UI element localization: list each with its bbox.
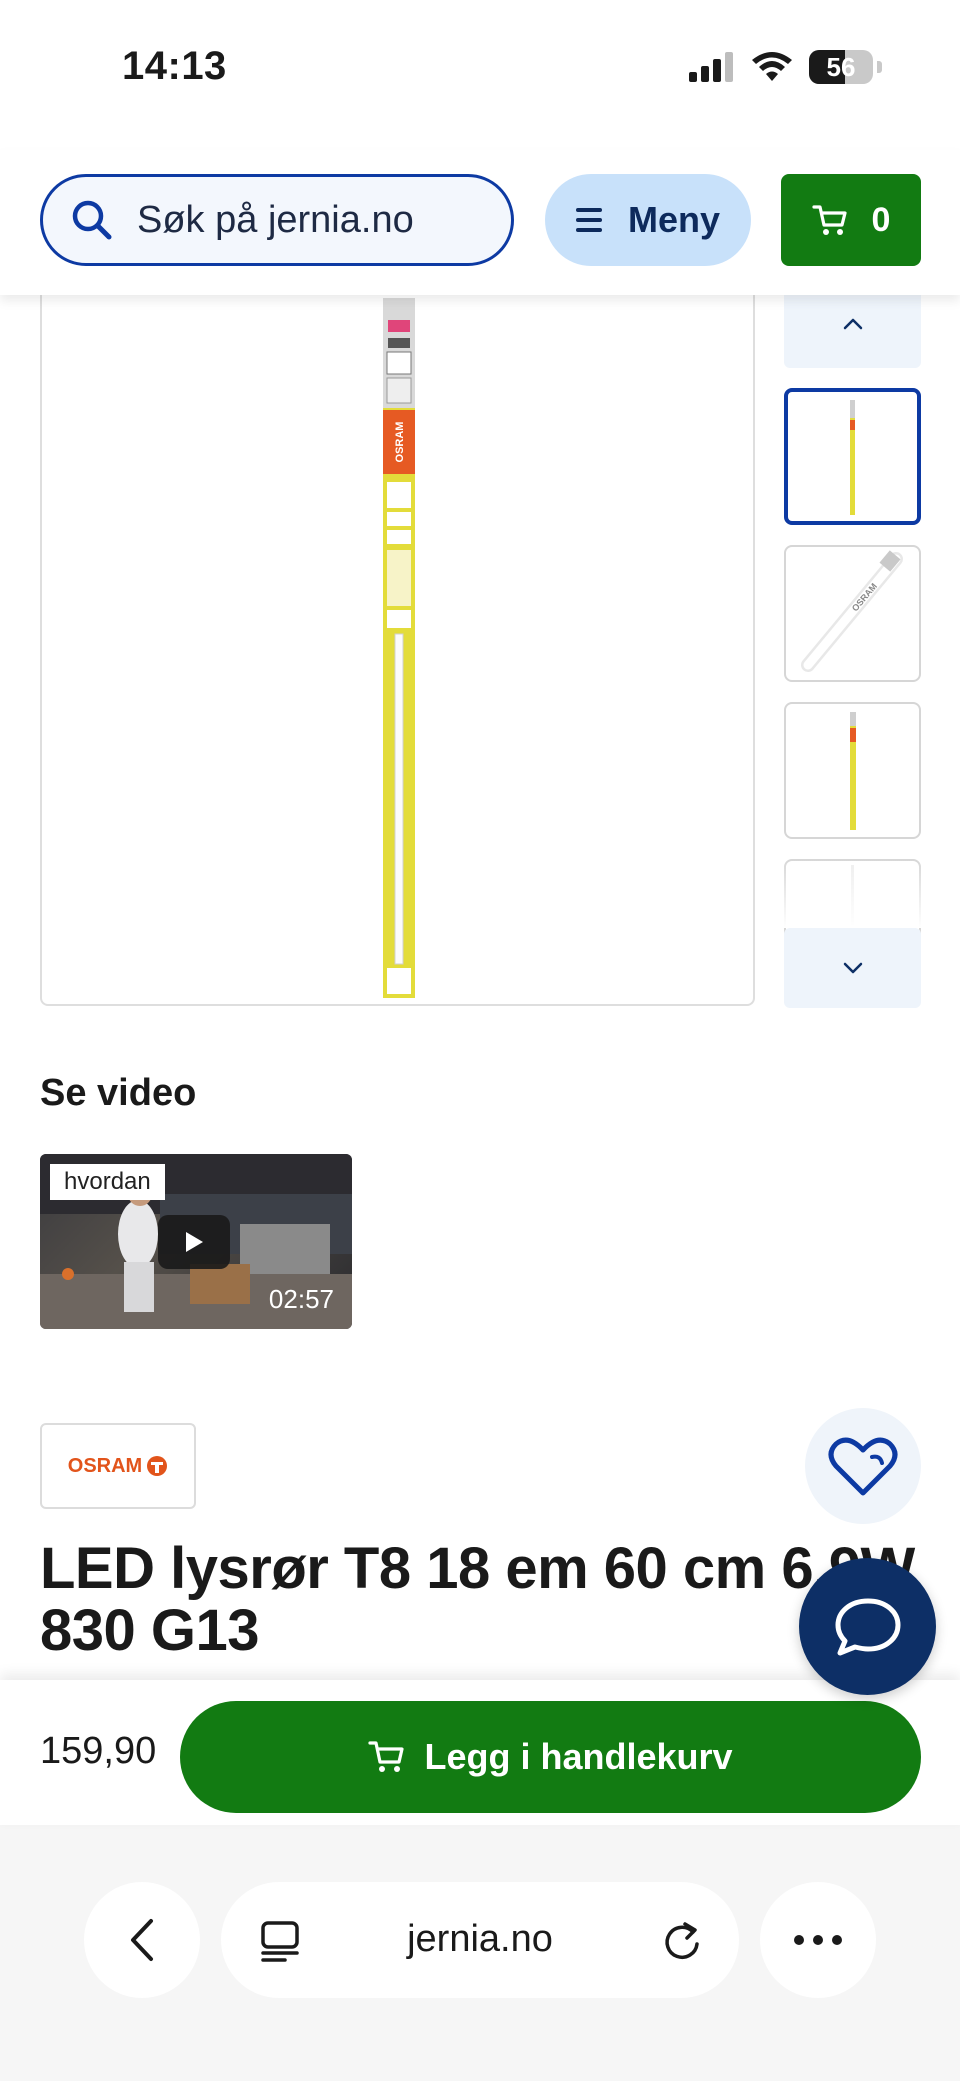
battery-icon: 56 bbox=[809, 50, 873, 84]
browser-toolbar: jernia.no bbox=[0, 1825, 960, 2081]
video-tag: hvordan bbox=[50, 1164, 165, 1200]
browser-back-button[interactable] bbox=[84, 1882, 200, 1998]
thumbnail-2[interactable]: OSRAM bbox=[784, 545, 921, 682]
product-title: LED lysrør T8 18 em 60 cm 6,9W 830 G13 bbox=[40, 1536, 915, 1663]
chat-button[interactable] bbox=[799, 1558, 936, 1695]
browser-more-button[interactable] bbox=[760, 1882, 876, 1998]
add-to-cart-button[interactable]: Legg i handlekurv bbox=[180, 1701, 921, 1813]
product-price: 159,90 bbox=[40, 1730, 157, 1772]
chevron-up-icon bbox=[843, 318, 862, 330]
thumbnail-package-image bbox=[850, 712, 856, 830]
battery-tip bbox=[877, 61, 882, 73]
favorite-button[interactable] bbox=[805, 1408, 921, 1524]
play-icon bbox=[186, 1232, 203, 1252]
product-main-image[interactable]: OSRAM bbox=[40, 270, 755, 1006]
battery-level: 56 bbox=[826, 52, 856, 82]
video-heading: Se video bbox=[40, 1072, 197, 1114]
cellular-signal-icon bbox=[689, 52, 733, 82]
buy-bar: 159,90 Legg i handlekurv bbox=[0, 1680, 960, 1825]
brand-name: OSRAM bbox=[67, 1454, 143, 1477]
hamburger-icon bbox=[575, 208, 602, 232]
reload-icon[interactable] bbox=[661, 1918, 703, 1962]
cart-icon bbox=[368, 1741, 405, 1772]
chevron-down-icon bbox=[843, 962, 862, 974]
menu-label: Meny bbox=[627, 199, 721, 240]
menu-button[interactable]: Meny bbox=[545, 174, 751, 266]
browser-address-bar[interactable]: jernia.no bbox=[221, 1882, 739, 1998]
thumbnail-1[interactable] bbox=[784, 388, 921, 525]
thumbnail-3[interactable] bbox=[784, 702, 921, 839]
product-package-image: OSRAM bbox=[383, 298, 415, 998]
thumbnail-tube-image: OSRAM bbox=[801, 550, 903, 672]
osram-bulb-icon bbox=[147, 1456, 168, 1476]
cart-button[interactable]: 0 bbox=[781, 174, 921, 266]
chevron-left-icon bbox=[131, 1919, 153, 1961]
thumbnail-fade bbox=[784, 858, 921, 928]
thumbnail-scroll-down-button[interactable] bbox=[784, 928, 921, 1008]
more-dots-icon bbox=[794, 1935, 842, 1945]
svg-text:OSRAM: OSRAM bbox=[394, 422, 406, 463]
status-time: 14:13 bbox=[122, 44, 227, 88]
add-to-cart-label: Legg i handlekurv bbox=[424, 1736, 733, 1777]
play-button[interactable] bbox=[158, 1215, 230, 1269]
thumbnail-package-image bbox=[850, 400, 855, 515]
video-duration: 02:57 bbox=[268, 1284, 334, 1314]
svg-text:OSRAM: OSRAM bbox=[850, 581, 879, 613]
site-header: Søk på jernia.no Meny 0 bbox=[0, 150, 960, 295]
search-icon bbox=[72, 200, 112, 240]
status-icons: 56 bbox=[689, 50, 882, 84]
cart-count: 0 bbox=[871, 200, 891, 239]
chat-bubble-icon bbox=[835, 1598, 900, 1655]
heart-icon bbox=[828, 1437, 898, 1496]
brand-logo[interactable]: OSRAM bbox=[40, 1423, 196, 1509]
wifi-icon bbox=[752, 52, 792, 81]
video-thumbnail[interactable]: hvordan 02:57 bbox=[40, 1154, 352, 1329]
cart-icon bbox=[811, 205, 847, 235]
search-bar[interactable]: Søk på jernia.no bbox=[40, 174, 514, 266]
product-image-tube: OSRAM bbox=[383, 298, 415, 998]
search-placeholder: Søk på jernia.no bbox=[137, 198, 414, 241]
